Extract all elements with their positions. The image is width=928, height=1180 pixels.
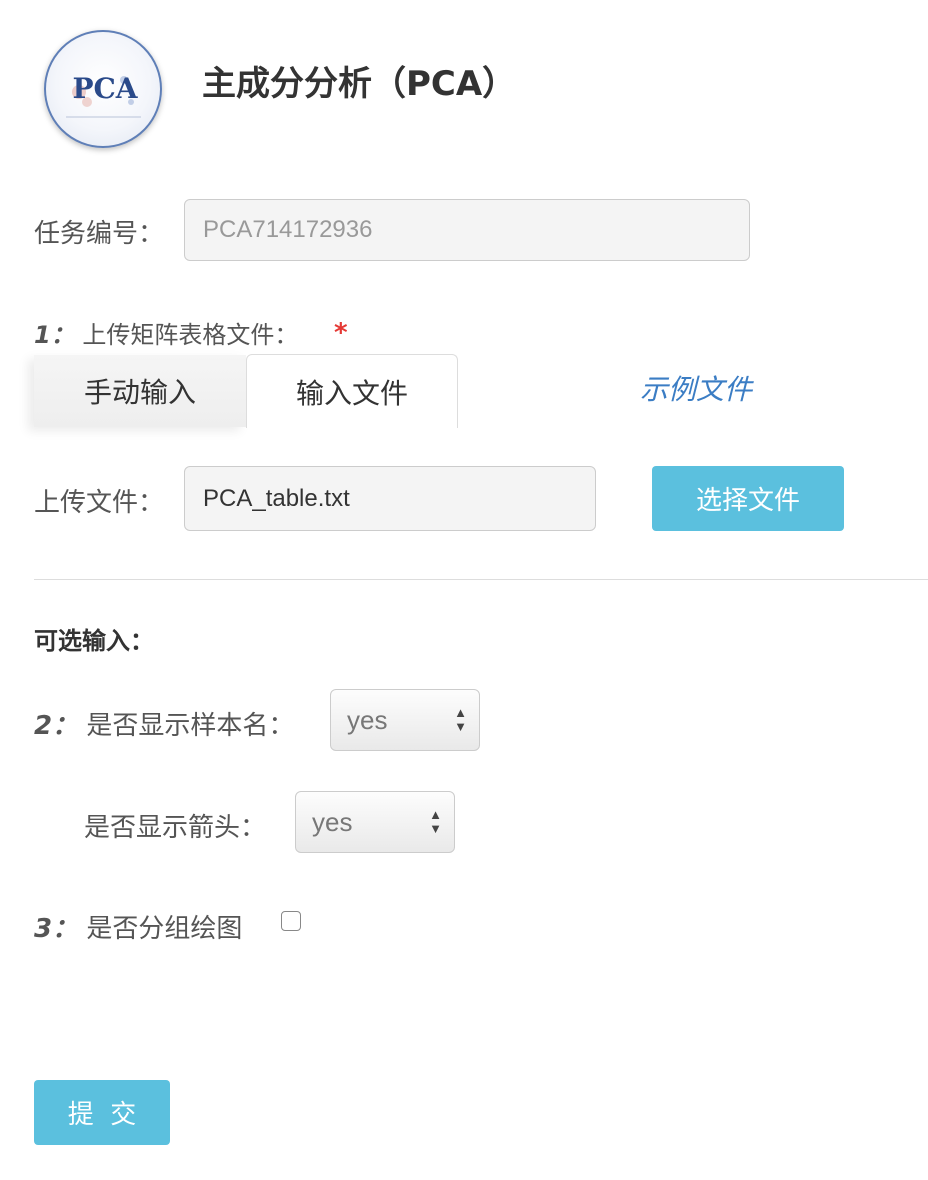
- select-arrows-icon: ▲ ▼: [429, 807, 442, 836]
- upload-file-label: 上传文件：: [34, 488, 165, 518]
- optional-input-title: 可选输入：: [34, 627, 154, 655]
- select-arrows-icon: ▲ ▼: [454, 705, 467, 734]
- pca-logo: PCA: [44, 30, 162, 148]
- group-plot-label: 是否分组绘图: [86, 914, 243, 944]
- show-sample-name-value: yes: [347, 704, 388, 735]
- submit-button[interactable]: 提 交: [34, 1080, 170, 1145]
- show-sample-name-label: 是否显示样本名：: [86, 711, 295, 741]
- show-sample-name-select[interactable]: yes ▲ ▼: [330, 689, 480, 751]
- page-title: 主成分分析（PCA）: [202, 64, 517, 104]
- file-path-value: PCA_table.txt: [203, 484, 350, 512]
- step2-number: 2：: [34, 711, 79, 741]
- group-plot-checkbox[interactable]: [281, 911, 301, 931]
- tab-manual-input[interactable]: 手动输入: [34, 355, 246, 427]
- step2-heading: 2： 是否显示样本名：: [34, 705, 294, 742]
- task-number-label: 任务编号：: [34, 219, 165, 249]
- task-number-placeholder: PCA714172936: [203, 216, 373, 243]
- logo-text: PCA: [72, 72, 138, 105]
- step3-heading: 3： 是否分组绘图: [34, 908, 242, 945]
- step3-number: 3：: [34, 914, 79, 944]
- show-arrow-label: 是否显示箭头：: [84, 813, 267, 843]
- task-number-input[interactable]: PCA714172936: [184, 199, 750, 261]
- show-arrow-value: yes: [312, 806, 353, 837]
- choose-file-button[interactable]: 选择文件: [652, 466, 844, 531]
- show-arrow-select[interactable]: yes ▲ ▼: [295, 791, 455, 853]
- file-path-input[interactable]: PCA_table.txt: [184, 466, 596, 531]
- tab-input-file[interactable]: 输入文件: [246, 354, 458, 428]
- example-file-link[interactable]: 示例文件: [640, 368, 752, 408]
- section-divider: [34, 579, 928, 580]
- step1-number: 1：: [34, 321, 75, 349]
- step1-heading: 1： 上传矩阵表格文件：: [34, 315, 298, 350]
- required-asterisk: *: [334, 318, 348, 348]
- tab-input-file-label: 输入文件: [295, 376, 408, 410]
- tab-manual-input-label: 手动输入: [83, 376, 196, 409]
- step1-label: 上传矩阵表格文件：: [82, 321, 299, 349]
